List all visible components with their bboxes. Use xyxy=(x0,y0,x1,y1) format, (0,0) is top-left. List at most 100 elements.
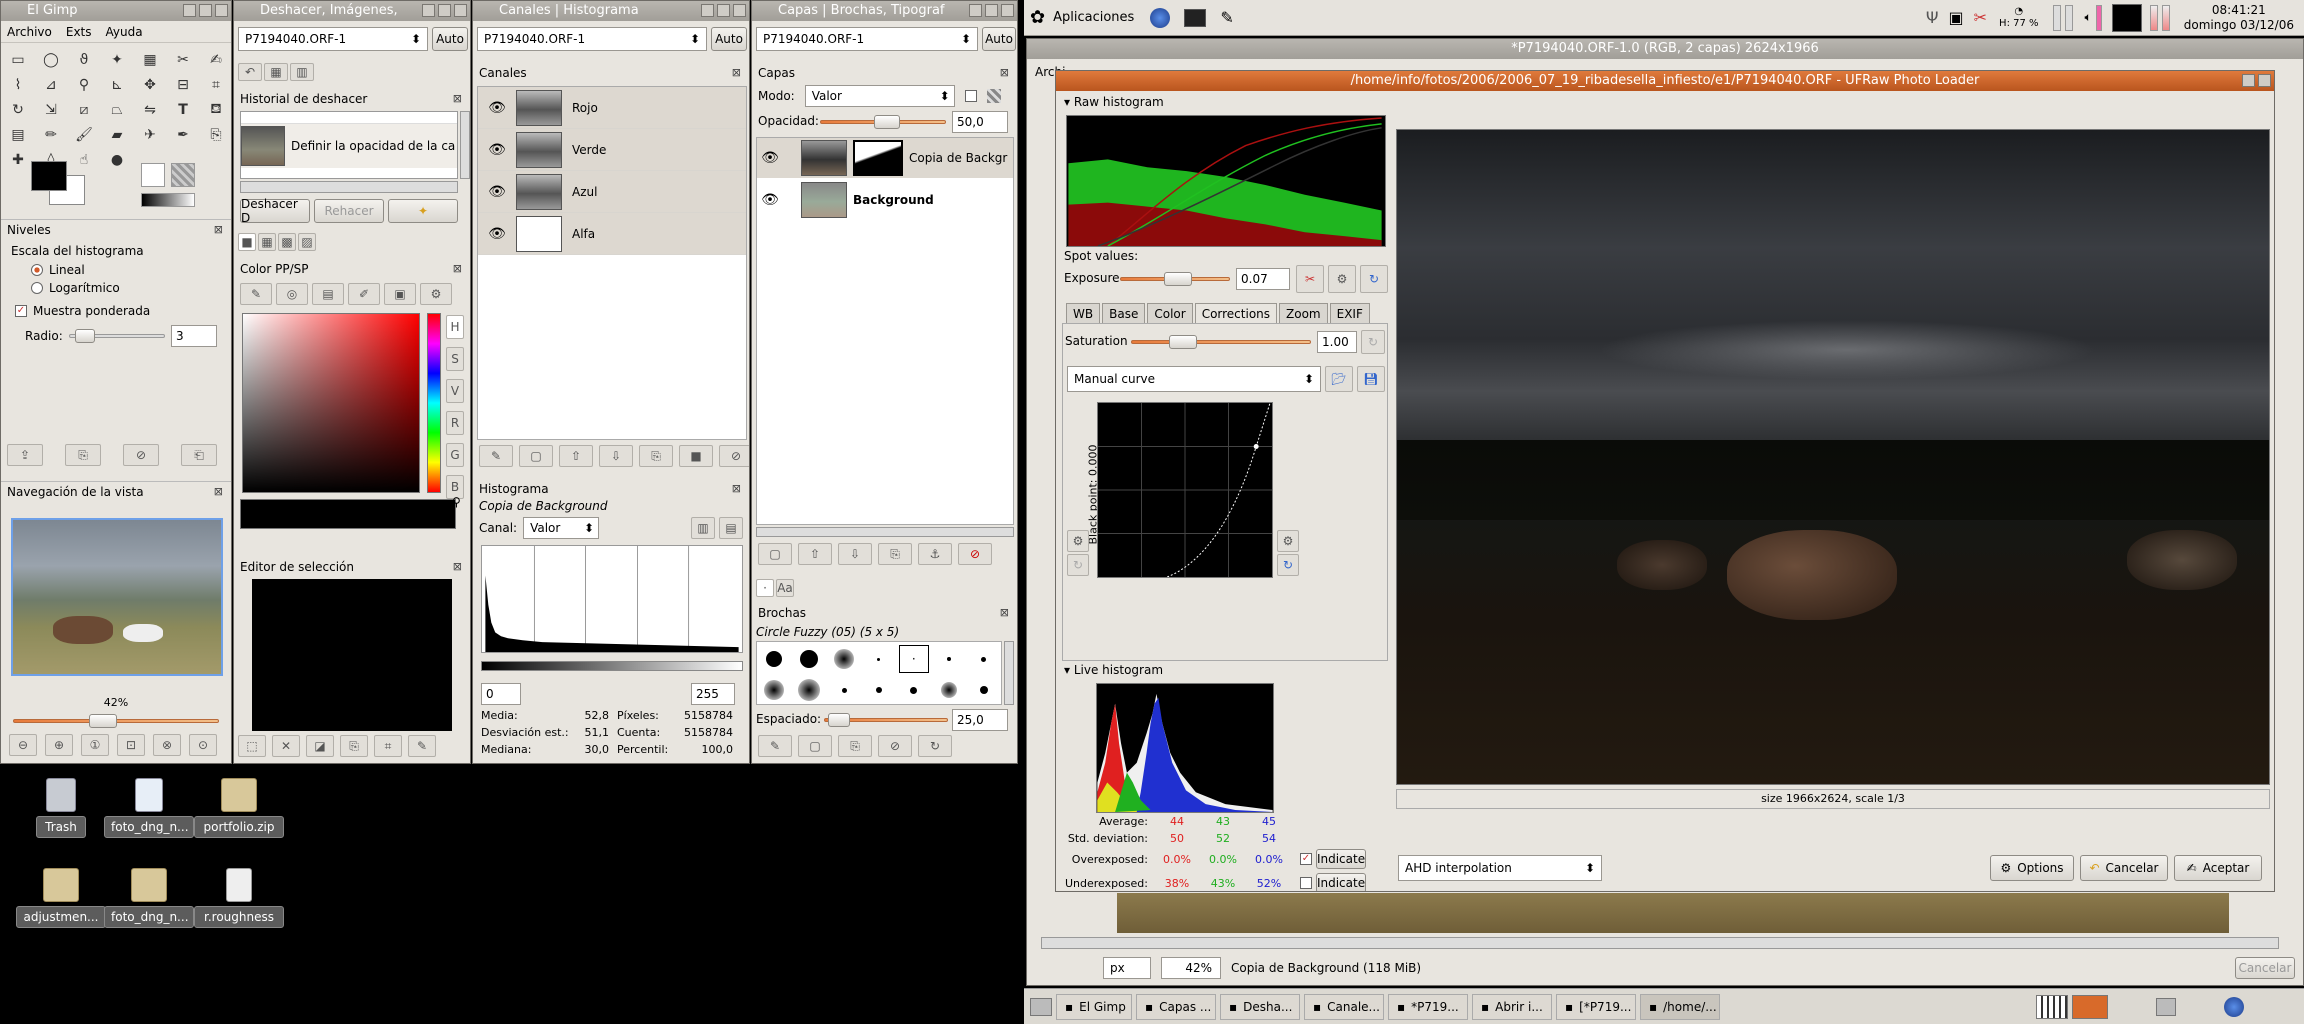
heal-tool[interactable]: ✚ xyxy=(7,149,29,171)
minimize-button[interactable] xyxy=(969,4,982,17)
tab-palette[interactable]: ▩ xyxy=(278,233,296,251)
cmyk-selector-icon[interactable]: ▤ xyxy=(312,283,344,305)
raw-histogram-header[interactable]: ▾ Raw histogram xyxy=(1064,95,1164,109)
image-combo[interactable]: P7194040.ORF-1 ⬍ xyxy=(477,27,707,51)
delete-layer-button[interactable]: ⊘ xyxy=(958,543,992,565)
over-indicate-button[interactable]: Indicate xyxy=(1316,849,1366,869)
saturation-slider[interactable] xyxy=(1131,340,1311,344)
save-to-channel-button[interactable]: ⎘ xyxy=(340,735,368,757)
new-layer-button[interactable]: ▢ xyxy=(758,543,792,565)
clear-history-button[interactable]: ✦ xyxy=(388,199,458,223)
color-select-tool[interactable]: ▦ xyxy=(139,49,161,71)
layer-row-background[interactable]: 👁︎ Background xyxy=(757,180,1013,220)
curve-auto-button[interactable]: ⚙ xyxy=(1277,530,1299,552)
workspace-preview[interactable] xyxy=(2111,3,2142,32)
dock-close-icon[interactable]: ⊠ xyxy=(453,560,462,573)
mode-combo[interactable]: Valor ⬍ xyxy=(804,85,955,107)
tab-templates[interactable]: ▥ xyxy=(290,63,314,81)
exposure-gears-button[interactable]: ⚙ xyxy=(1328,265,1356,293)
image-combo[interactable]: P7194040.ORF-1 ⬍ xyxy=(756,27,978,51)
brush-item[interactable] xyxy=(946,657,951,661)
channel-row-red[interactable]: 👁︎ Rojo xyxy=(478,87,746,129)
layers-hscroll[interactable] xyxy=(756,527,1014,537)
weighted-checkbox[interactable]: ✓ xyxy=(15,305,27,317)
foot-menu-icon[interactable]: ✿ xyxy=(1030,7,1045,28)
globe-icon[interactable] xyxy=(1150,7,1171,28)
levels-reset-button[interactable]: ⊘ xyxy=(123,444,159,466)
radius-input[interactable]: 3 xyxy=(171,325,217,347)
spacing-knob[interactable] xyxy=(828,713,850,727)
levels-copy-button[interactable]: ⎘ xyxy=(65,444,101,466)
channel-row-blue[interactable]: 👁︎ Azul xyxy=(478,171,746,213)
duplicate-channel-button[interactable]: ⎘ xyxy=(639,445,673,467)
refresh-brushes-button[interactable]: ↻ xyxy=(918,735,952,757)
move-tool[interactable]: ✥ xyxy=(139,74,161,96)
to-path-button[interactable]: ⌗ xyxy=(374,735,402,757)
zoom-in-button[interactable]: ⊕ xyxy=(45,734,73,756)
perspective-tool[interactable]: ⏢ xyxy=(106,99,128,121)
active-brush[interactable] xyxy=(141,163,165,187)
under-indicate-button[interactable]: Indicate xyxy=(1316,873,1366,891)
tab-brushes[interactable]: ▦ xyxy=(258,233,276,251)
histogram-graph[interactable] xyxy=(481,545,743,653)
channel-r-toggle[interactable]: R xyxy=(446,411,464,435)
channel-v-toggle[interactable]: V xyxy=(446,379,464,403)
new-brush-button[interactable]: ▢ xyxy=(798,735,832,757)
raise-layer-button[interactable]: ⇧ xyxy=(798,543,832,565)
undo-button[interactable]: Deshacer D xyxy=(240,197,310,225)
tab-zoom[interactable]: Zoom xyxy=(1279,303,1328,324)
text-tool[interactable]: T xyxy=(172,99,194,121)
black-point-reset-button[interactable]: ↻ xyxy=(1067,554,1089,576)
brush-item[interactable] xyxy=(979,686,988,694)
tab-fg-bg[interactable]: ■ xyxy=(238,233,256,251)
applications-menu[interactable]: Aplicaciones xyxy=(1053,10,1134,25)
gimp-launcher-icon[interactable]: ✎ xyxy=(1220,8,1233,27)
dodge-burn-tool[interactable]: ● xyxy=(106,149,128,171)
show-desktop-icon[interactable] xyxy=(1030,997,1052,1016)
zoom-fit-button[interactable]: ⊡ xyxy=(117,734,145,756)
linear-radio[interactable] xyxy=(31,264,43,276)
saturation-reset-button[interactable]: ↻ xyxy=(1361,330,1385,354)
task-deshacer[interactable]: ▪ Desha... xyxy=(1220,993,1300,1020)
navigation-preview[interactable] xyxy=(11,518,223,676)
keep-trans-checkbox[interactable] xyxy=(964,90,977,102)
airbrush-tool[interactable]: ✈ xyxy=(139,124,161,146)
black-point-auto-button[interactable]: ⚙ xyxy=(1067,530,1089,552)
ellipse-select-tool[interactable]: ◯ xyxy=(40,49,62,71)
curve-open-button[interactable]: 📂︎ xyxy=(1325,366,1353,392)
dock-close-icon[interactable]: ⊠ xyxy=(453,262,462,275)
tab-base[interactable]: Base xyxy=(1102,303,1146,324)
minimize-button[interactable] xyxy=(183,4,196,17)
options-button[interactable]: ⚙ Options xyxy=(1990,855,2074,881)
desktop-icon-foto1[interactable]: foto_dng_n... xyxy=(104,778,194,838)
dock-close-icon[interactable]: ⊠ xyxy=(214,223,223,236)
canal-combo[interactable]: Valor ⬍ xyxy=(523,517,600,539)
maximize-button[interactable] xyxy=(985,4,998,17)
task-p719-1[interactable]: ▪ *P719... xyxy=(1388,993,1468,1020)
edit-brush-button[interactable]: ✎ xyxy=(758,735,792,757)
maximize-button[interactable] xyxy=(438,4,451,17)
workspace-active[interactable] xyxy=(2072,994,2108,1019)
fg-bg-colors[interactable] xyxy=(31,161,91,205)
tools-icon[interactable]: ✂ xyxy=(1974,8,1987,27)
menu-archivo[interactable]: Archivo xyxy=(7,25,52,39)
minimize-button[interactable] xyxy=(422,4,435,17)
brush-grid[interactable]: · xyxy=(756,641,1002,705)
brush-item[interactable] xyxy=(841,687,847,693)
weighted-row[interactable]: ✓ Muestra ponderada xyxy=(1,298,231,324)
toolbox-titlebar[interactable]: El Gimp xyxy=(1,1,231,21)
range-min-input[interactable]: 0 xyxy=(481,683,521,705)
delete-channel-button[interactable]: ⊘ xyxy=(719,445,749,467)
linear-hist-button[interactable]: ▥ xyxy=(691,517,715,539)
clock[interactable]: 08:41:21 domingo 03/12/06 xyxy=(2184,3,2294,33)
zoom-out-button[interactable]: ⊖ xyxy=(9,734,37,756)
auto-button[interactable]: Auto xyxy=(711,27,747,51)
exposure-input[interactable]: 0.07 xyxy=(1236,268,1290,290)
tab-brushes[interactable]: · xyxy=(756,579,774,597)
close-button[interactable] xyxy=(1001,4,1014,17)
desktop-icon-roughness[interactable]: r.roughness xyxy=(194,868,284,928)
maximize-button[interactable] xyxy=(199,4,212,17)
image-titlebar[interactable]: *P7194040.ORF-1.0 (RGB, 2 capas) 2624x19… xyxy=(1027,39,2303,59)
tab-fonts[interactable]: Aa xyxy=(776,579,794,597)
zoom-combo[interactable]: 42% xyxy=(1161,957,1221,979)
